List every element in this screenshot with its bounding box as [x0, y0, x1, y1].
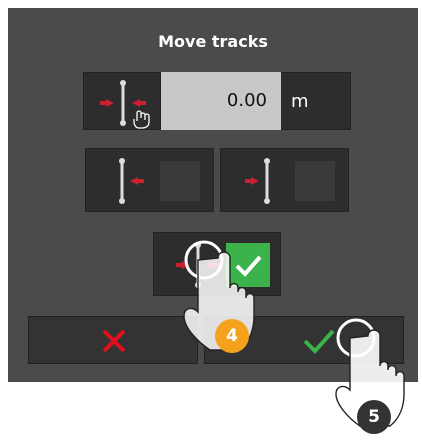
move-right-checkbox[interactable] [295, 161, 335, 201]
move-left-checkbox[interactable] [160, 161, 200, 201]
track-offset-input[interactable]: 0.00 [161, 72, 281, 130]
step-badge-5: 5 [357, 400, 391, 434]
unit-label: m [291, 91, 309, 112]
move-left-option[interactable] [85, 148, 214, 212]
move-right-option[interactable] [220, 148, 349, 212]
track-move-left-icon [119, 158, 144, 204]
cancel-button[interactable] [28, 316, 198, 364]
dialog-title: Move tracks [158, 32, 268, 51]
unit-cell: m [281, 72, 351, 130]
track-move-center-hand-icon [100, 80, 150, 129]
x-icon [102, 329, 126, 353]
move-both-button[interactable] [83, 72, 161, 130]
track-move-right-icon [245, 158, 270, 204]
tap-hand-icon [183, 240, 255, 351]
step-badge-4: 4 [215, 319, 249, 353]
